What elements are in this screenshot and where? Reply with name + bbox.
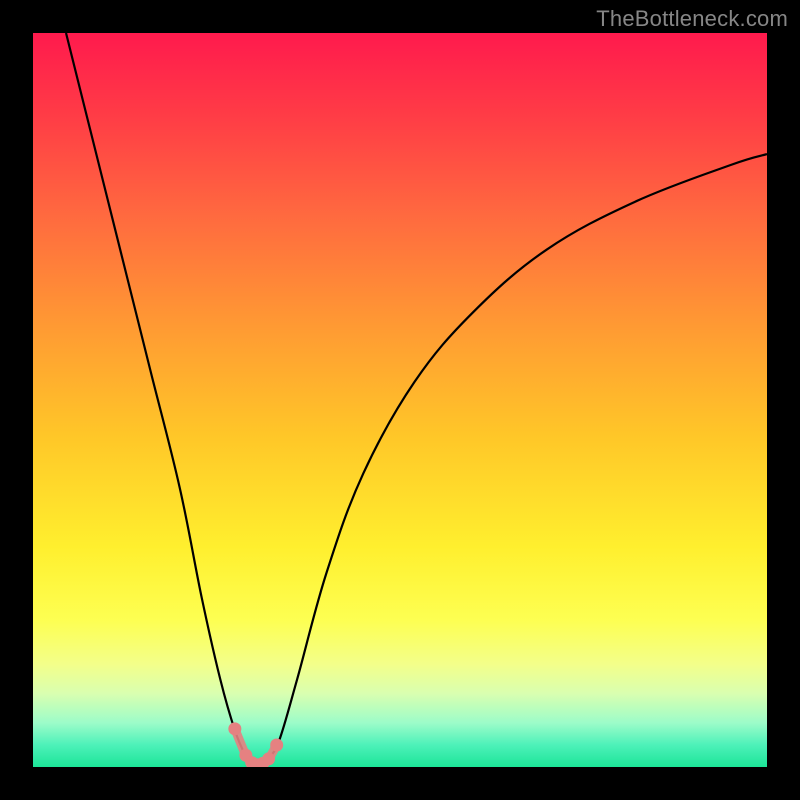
chart-frame: TheBottleneck.com — [0, 0, 800, 800]
watermark-label: TheBottleneck.com — [596, 6, 788, 32]
plot-area — [33, 33, 767, 767]
